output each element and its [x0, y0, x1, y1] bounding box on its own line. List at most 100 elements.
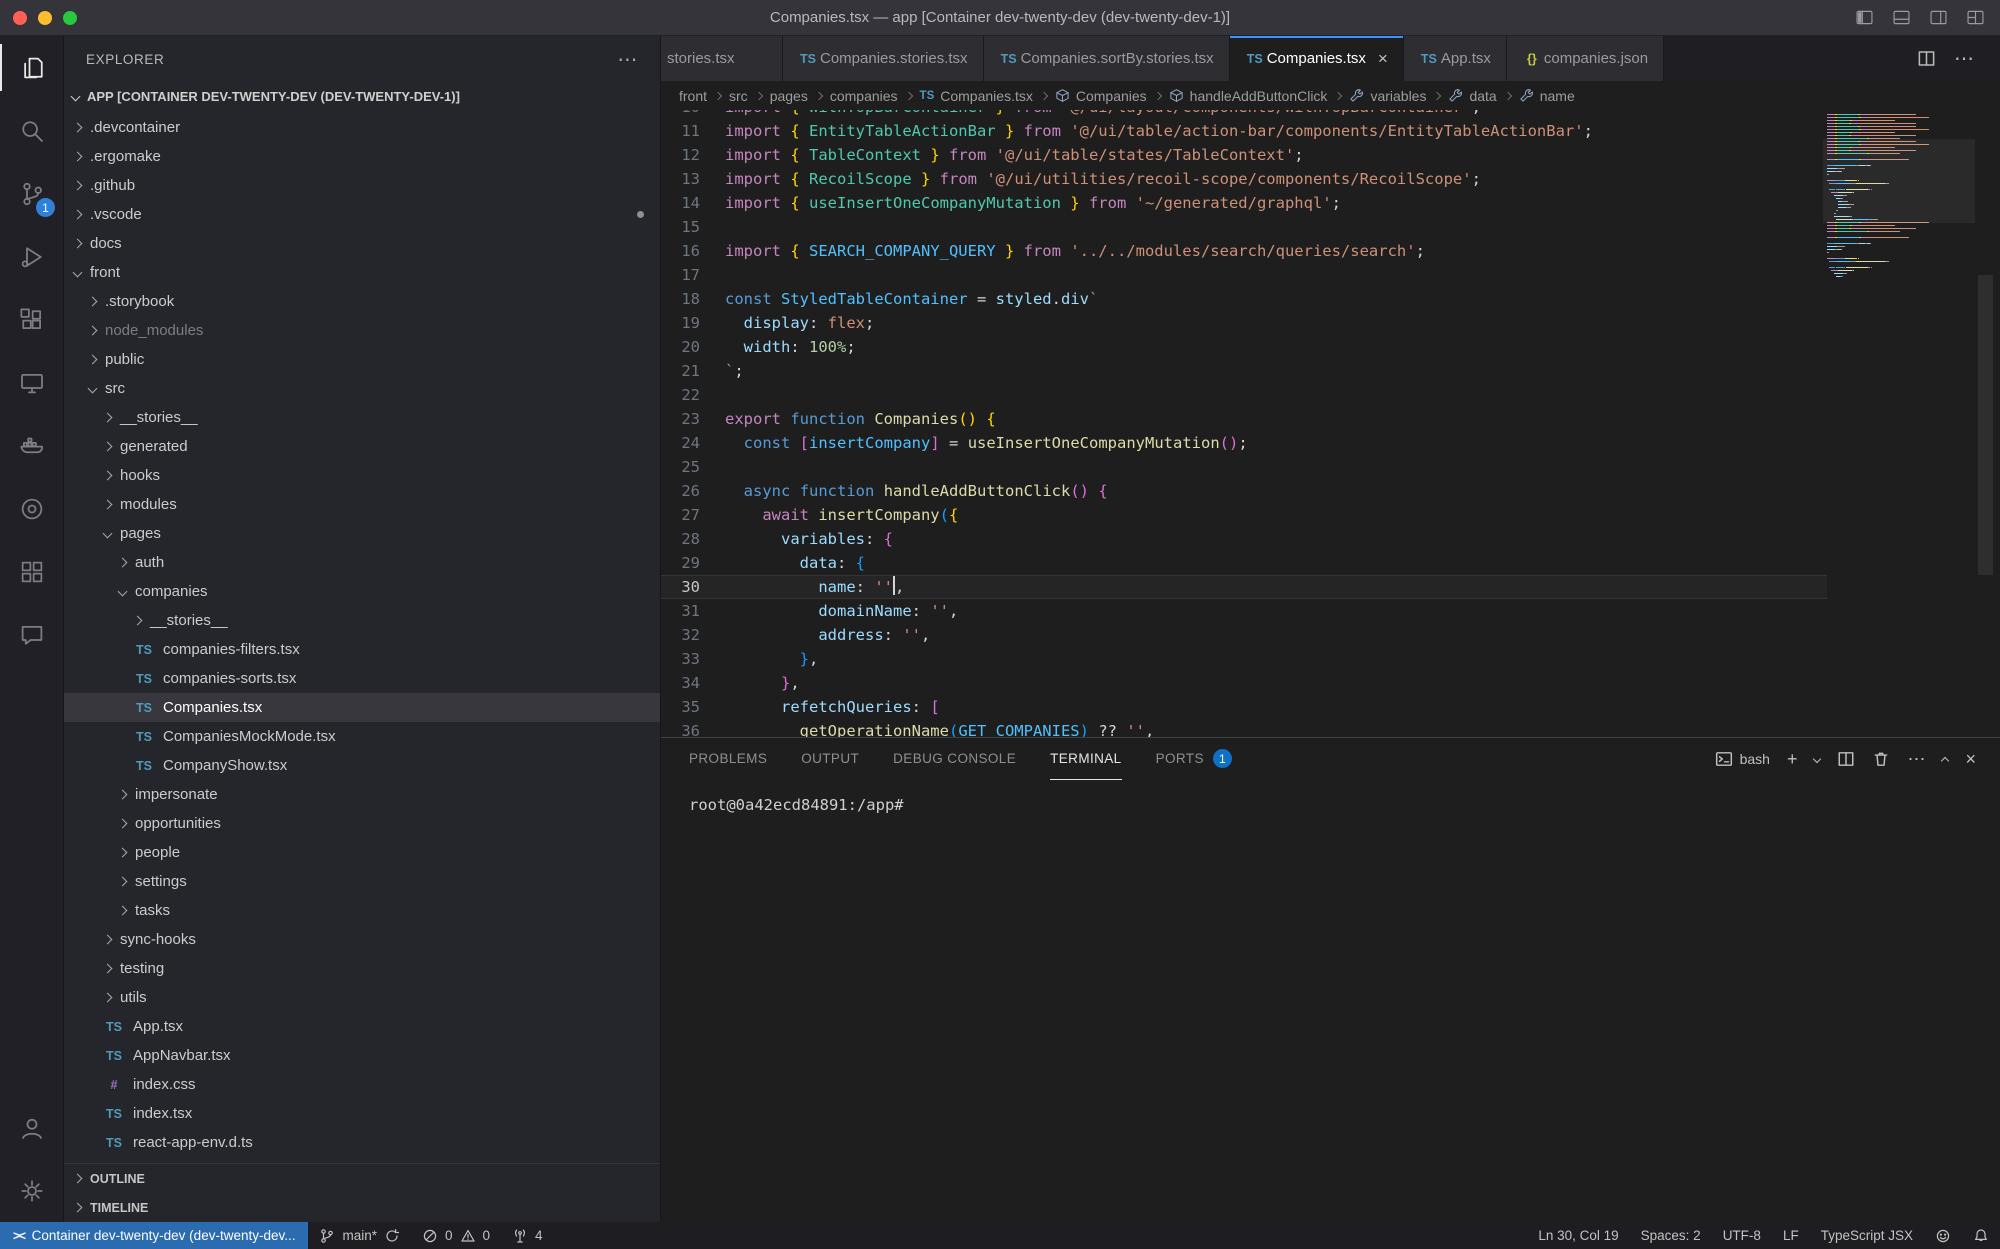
- branch-indicator[interactable]: main*: [308, 1222, 411, 1249]
- panel-tab-terminal[interactable]: TERMINAL: [1050, 738, 1121, 780]
- close-panel-icon[interactable]: ×: [1965, 750, 1976, 768]
- customize-layout-icon[interactable]: [1965, 7, 1986, 28]
- tree-item-utils[interactable]: utils: [64, 983, 660, 1012]
- breadcrumb-item-src[interactable]: src: [729, 88, 748, 104]
- code-editor[interactable]: 10import { WithTopBarContainer } from '@…: [661, 110, 2000, 737]
- code-line-29[interactable]: 29 data: {: [661, 551, 1827, 575]
- extensions-icon[interactable]: [0, 288, 64, 351]
- editor-more-actions-icon[interactable]: ⋯: [1954, 46, 1974, 71]
- outline-section[interactable]: OUTLINE: [64, 1164, 660, 1193]
- encoding[interactable]: UTF-8: [1712, 1222, 1772, 1249]
- code-line-24[interactable]: 24 const [insertCompany] = useInsertOneC…: [661, 431, 1827, 455]
- toggle-sidebar-left-icon[interactable]: [1854, 7, 1875, 28]
- tree-item-docs[interactable]: docs: [64, 229, 660, 258]
- tree-item-src[interactable]: src: [64, 374, 660, 403]
- notifications-bell-icon[interactable]: [1962, 1222, 2000, 1249]
- code-line-25[interactable]: 25: [661, 455, 1827, 479]
- tree-item-github[interactable]: .github: [64, 171, 660, 200]
- breadcrumb-item-companies[interactable]: companies: [830, 88, 898, 104]
- terminal-profile[interactable]: bash: [1715, 750, 1770, 768]
- code-line-15[interactable]: 15: [661, 215, 1827, 239]
- code-line-35[interactable]: 35 refetchQueries: [: [661, 695, 1827, 719]
- tab-companies-json[interactable]: {}companies.json: [1507, 36, 1664, 81]
- remote-indicator[interactable]: >< Container dev-twenty-dev (dev-twenty-…: [0, 1222, 308, 1249]
- tree-item-app-tsx[interactable]: TSApp.tsx: [64, 1012, 660, 1041]
- circle-extension-icon[interactable]: [0, 477, 64, 540]
- code-line-23[interactable]: 23export function Companies() {: [661, 407, 1827, 431]
- code-line-31[interactable]: 31 domainName: '',: [661, 599, 1827, 623]
- tree-item-public[interactable]: public: [64, 345, 660, 374]
- code-line-32[interactable]: 32 address: '',: [661, 623, 1827, 647]
- tree-item-react-app-env-d-ts[interactable]: TSreact-app-env.d.ts: [64, 1128, 660, 1157]
- tree-item-storybook[interactable]: .storybook: [64, 287, 660, 316]
- accounts-icon[interactable]: [0, 1096, 64, 1159]
- source-control-icon[interactable]: 1: [0, 162, 64, 225]
- tree-item-settings[interactable]: settings: [64, 867, 660, 896]
- search-icon[interactable]: [0, 99, 64, 162]
- breadcrumb-item-companies[interactable]: Companies: [1055, 88, 1147, 104]
- explorer-section-header[interactable]: APP [CONTAINER DEV-TWENTY-DEV (DEV-TWENT…: [64, 82, 660, 111]
- code-line-17[interactable]: 17: [661, 263, 1827, 287]
- split-editor-icon[interactable]: [1917, 49, 1936, 68]
- tree-item-companies[interactable]: companies: [64, 577, 660, 606]
- tree-item-stories[interactable]: __stories__: [64, 606, 660, 635]
- tree-item-front[interactable]: front: [64, 258, 660, 287]
- explorer-more-actions-icon[interactable]: ⋯: [617, 47, 638, 72]
- toggle-sidebar-right-icon[interactable]: [1928, 7, 1949, 28]
- tab-companies-stories-tsx[interactable]: TSCompanies.stories.tsx: [783, 36, 984, 81]
- tab-stories-tsx[interactable]: stories.tsx: [661, 36, 783, 81]
- tree-item-vscode[interactable]: .vscode: [64, 200, 660, 229]
- tree-item-devcontainer[interactable]: .devcontainer: [64, 113, 660, 142]
- code-line-10[interactable]: 10import { WithTopBarContainer } from '@…: [661, 110, 1827, 119]
- zoom-window-button[interactable]: [63, 11, 77, 25]
- grid-extension-icon[interactable]: [0, 540, 64, 603]
- language-mode[interactable]: TypeScript JSX: [1810, 1222, 1924, 1249]
- tree-item-stories[interactable]: __stories__: [64, 403, 660, 432]
- code-line-30[interactable]: 30 name: '',: [661, 575, 1827, 599]
- breadcrumb-item-front[interactable]: front: [679, 88, 707, 104]
- code-line-28[interactable]: 28 variables: {: [661, 527, 1827, 551]
- code-line-13[interactable]: 13import { RecoilScope } from '@/ui/util…: [661, 167, 1827, 191]
- tree-item-ergomake[interactable]: .ergomake: [64, 142, 660, 171]
- tree-item-testing[interactable]: testing: [64, 954, 660, 983]
- minimap[interactable]: [1827, 112, 1971, 277]
- tab-app-tsx[interactable]: TSApp.tsx: [1404, 36, 1507, 81]
- tree-item-companies-filters-tsx[interactable]: TScompanies-filters.tsx: [64, 635, 660, 664]
- remote-explorer-icon[interactable]: [0, 351, 64, 414]
- comment-extension-icon[interactable]: [0, 603, 64, 666]
- tree-item-auth[interactable]: auth: [64, 548, 660, 577]
- tree-item-companies-sorts-tsx[interactable]: TScompanies-sorts.tsx: [64, 664, 660, 693]
- code-line-36[interactable]: 36 getOperationName(GET_COMPANIES) ?? ''…: [661, 719, 1827, 737]
- code-line-27[interactable]: 27 await insertCompany({: [661, 503, 1827, 527]
- new-terminal-icon[interactable]: +: [1787, 750, 1798, 768]
- tree-item-tasks[interactable]: tasks: [64, 896, 660, 925]
- problems-indicator[interactable]: 0 0: [411, 1222, 501, 1249]
- indentation[interactable]: Spaces: 2: [1630, 1222, 1712, 1249]
- breadcrumb-item-name[interactable]: name: [1519, 88, 1575, 104]
- tree-item-appnavbar-tsx[interactable]: TSAppNavbar.tsx: [64, 1041, 660, 1070]
- panel-tab-problems[interactable]: PROBLEMS: [689, 738, 767, 780]
- tree-item-sync-hooks[interactable]: sync-hooks: [64, 925, 660, 954]
- timeline-section[interactable]: TIMELINE: [64, 1193, 660, 1222]
- tree-item-pages[interactable]: pages: [64, 519, 660, 548]
- breadcrumb-item-companies-tsx[interactable]: TSCompanies.tsx: [920, 88, 1033, 104]
- tree-item-node-modules[interactable]: node_modules: [64, 316, 660, 345]
- tree-item-modules[interactable]: modules: [64, 490, 660, 519]
- panel-more-actions-icon[interactable]: ⋯: [1907, 750, 1925, 768]
- cursor-position[interactable]: Ln 30, Col 19: [1527, 1222, 1629, 1249]
- tree-item-companiesmockmode-tsx[interactable]: TSCompaniesMockMode.tsx: [64, 722, 660, 751]
- tree-item-companyshow-tsx[interactable]: TSCompanyShow.tsx: [64, 751, 660, 780]
- code-line-14[interactable]: 14import { useInsertOneCompanyMutation }…: [661, 191, 1827, 215]
- code-line-11[interactable]: 11import { EntityTableActionBar } from '…: [661, 119, 1827, 143]
- docker-icon[interactable]: [0, 414, 64, 477]
- explorer-icon[interactable]: [0, 36, 64, 99]
- eol-sequence[interactable]: LF: [1772, 1222, 1810, 1249]
- editor-scrollbar[interactable]: [1978, 275, 1993, 575]
- ports-indicator[interactable]: 4: [501, 1222, 554, 1249]
- breadcrumb-item-handleaddbuttonclick[interactable]: handleAddButtonClick: [1169, 88, 1328, 104]
- tree-item-hooks[interactable]: hooks: [64, 461, 660, 490]
- breadcrumb-item-pages[interactable]: pages: [770, 88, 808, 104]
- maximize-panel-icon[interactable]: [1941, 757, 1949, 765]
- tree-item-generated[interactable]: generated: [64, 432, 660, 461]
- code-line-21[interactable]: 21`;: [661, 359, 1827, 383]
